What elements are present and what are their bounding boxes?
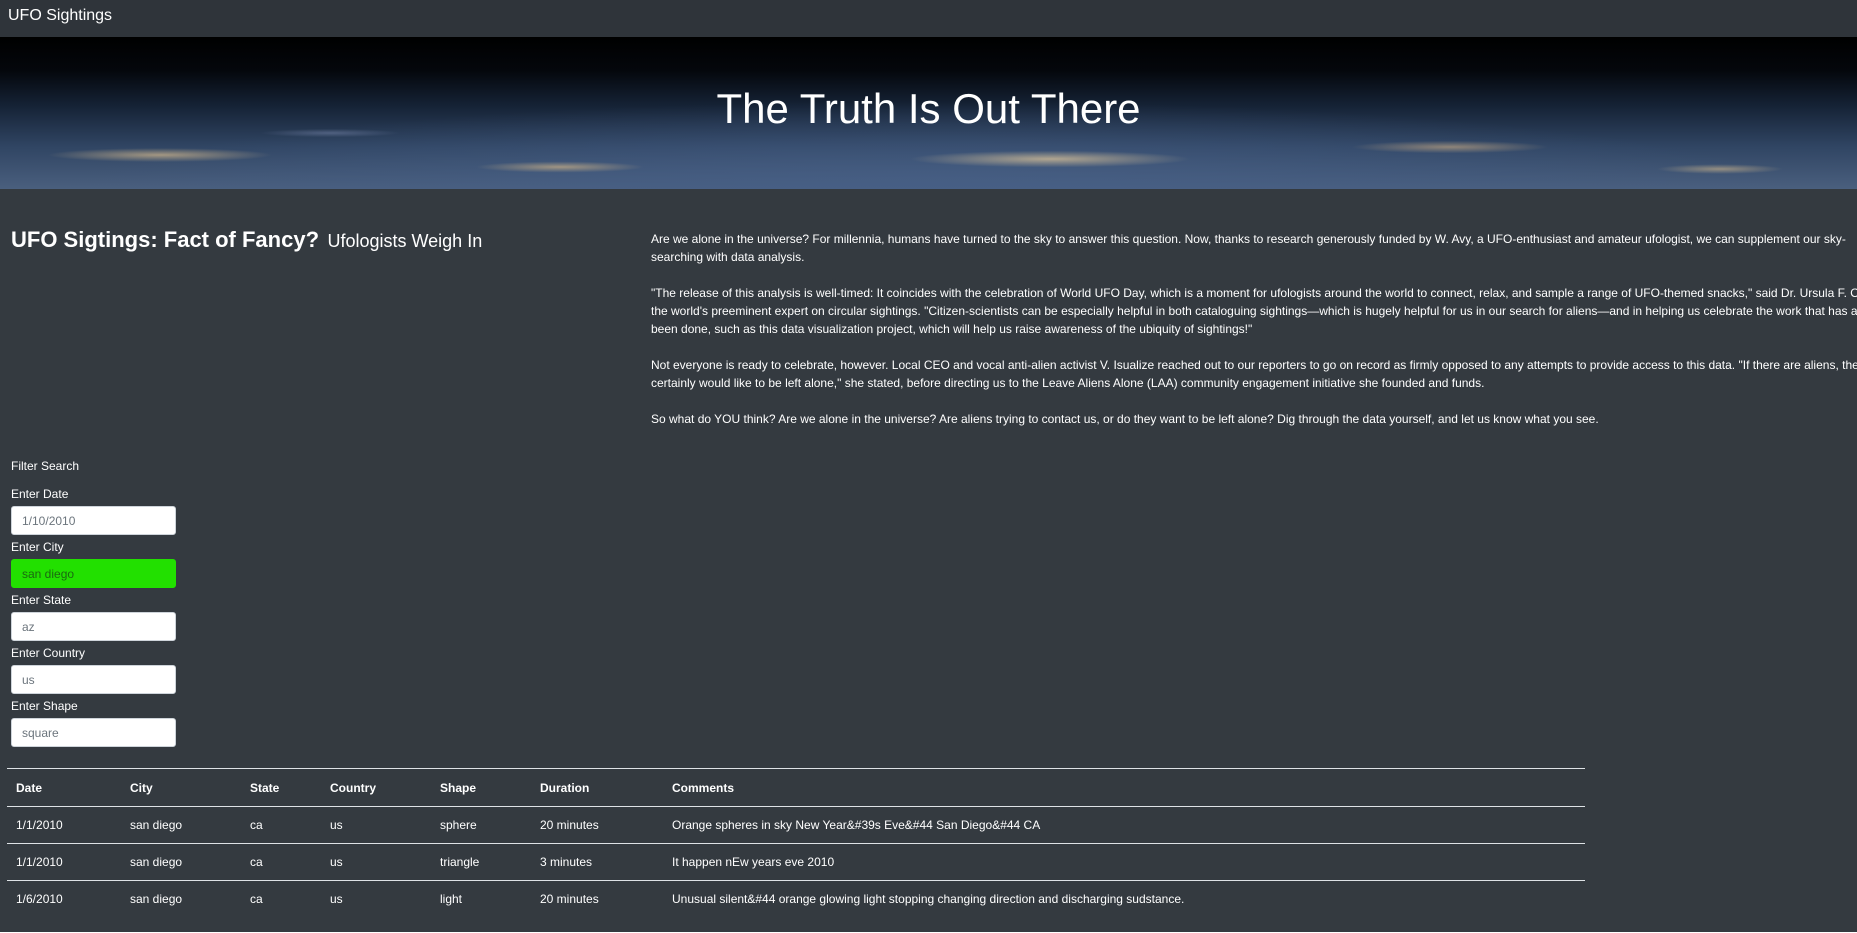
sightings-table: Date City State Country Shape Duration C… bbox=[7, 768, 1585, 918]
cell-comments: Unusual silent&#44 orange glowing light … bbox=[672, 892, 1185, 907]
cell-shape: triangle bbox=[440, 855, 480, 869]
column-header-comments: Comments bbox=[672, 780, 735, 795]
state-input[interactable] bbox=[11, 612, 176, 641]
cell-state: ca bbox=[250, 892, 263, 907]
table-header-row: Date City State Country Shape Duration C… bbox=[7, 768, 1585, 807]
state-label: Enter State bbox=[11, 593, 72, 607]
column-header-date: Date bbox=[16, 780, 43, 795]
cell-city: san diego bbox=[130, 818, 183, 832]
column-header-shape: Shape bbox=[440, 780, 477, 795]
date-label: Enter Date bbox=[11, 487, 69, 501]
city-label: Enter City bbox=[11, 540, 64, 554]
city-input[interactable] bbox=[11, 559, 176, 588]
column-header-city: City bbox=[130, 780, 153, 795]
date-input[interactable] bbox=[11, 506, 176, 535]
cell-duration: 3 minutes bbox=[540, 855, 593, 869]
page: UFO Sightings The Truth Is Out There UFO… bbox=[0, 0, 1857, 933]
table-row: 1/1/2010 san diego ca us triangle 3 minu… bbox=[7, 844, 1585, 881]
country-input[interactable] bbox=[11, 665, 176, 694]
table-row: 1/6/2010 san diego ca us light 20 minute… bbox=[7, 881, 1585, 918]
shape-label: Enter Shape bbox=[11, 699, 78, 713]
headline-subtitle: Ufologists Weigh In bbox=[327, 231, 483, 251]
cell-date: 1/1/2010 bbox=[16, 855, 63, 869]
cell-city: san diego bbox=[130, 855, 183, 869]
cell-comments: Orange spheres in sky New Year&#39s Eve&… bbox=[672, 818, 1041, 832]
column-header-country: Country bbox=[330, 780, 376, 795]
country-label: Enter Country bbox=[11, 646, 86, 660]
article-paragraph: So what do YOU think? Are we alone in th… bbox=[651, 412, 1599, 426]
cell-country: us bbox=[330, 892, 343, 907]
hero-banner: The Truth Is Out There bbox=[0, 37, 1857, 189]
cell-state: ca bbox=[250, 855, 263, 869]
cell-shape: sphere bbox=[440, 818, 477, 832]
table-body: 1/1/2010 san diego ca us sphere 20 minut… bbox=[7, 807, 1585, 918]
article-body: Are we alone in the universe? For millen… bbox=[651, 230, 1857, 446]
filter-form: Filter Search Enter Date Enter City Ente… bbox=[11, 458, 211, 751]
article-paragraph: Not everyone is ready to celebrate, howe… bbox=[651, 358, 1857, 390]
navbar-brand-link[interactable]: UFO Sightings bbox=[8, 7, 112, 25]
column-header-duration: Duration bbox=[540, 780, 590, 795]
cell-city: san diego bbox=[130, 892, 183, 907]
cell-country: us bbox=[330, 855, 343, 869]
column-header-state: State bbox=[250, 780, 280, 795]
filter-heading: Filter Search bbox=[11, 459, 80, 473]
headline-title: UFO Sigtings: Fact of Fancy? bbox=[11, 227, 320, 252]
cell-shape: light bbox=[440, 892, 463, 907]
cell-duration: 20 minutes bbox=[540, 818, 599, 832]
article-paragraph: Are we alone in the universe? For millen… bbox=[651, 232, 1846, 264]
article-headline: UFO Sigtings: Fact of Fancy? Ufologists … bbox=[11, 227, 482, 253]
cell-date: 1/1/2010 bbox=[16, 818, 63, 832]
shape-input[interactable] bbox=[11, 718, 176, 747]
table-header: Date City State Country Shape Duration C… bbox=[7, 768, 1585, 807]
cell-country: us bbox=[330, 818, 343, 832]
cell-duration: 20 minutes bbox=[540, 892, 599, 907]
navbar: UFO Sightings bbox=[0, 0, 1857, 37]
article-paragraph: "The release of this analysis is well-ti… bbox=[651, 286, 1857, 336]
cell-date: 1/6/2010 bbox=[16, 892, 63, 907]
hero-title: The Truth Is Out There bbox=[716, 85, 1141, 132]
cell-comments: It happen nEw years eve 2010 bbox=[672, 855, 835, 869]
table-row: 1/1/2010 san diego ca us sphere 20 minut… bbox=[7, 807, 1585, 844]
cell-state: ca bbox=[250, 818, 263, 832]
